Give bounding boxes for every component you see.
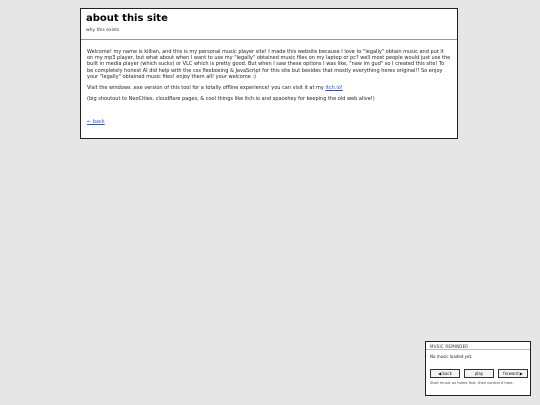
reminder-status: No music loaded yet.: [430, 354, 473, 359]
forward-button[interactable]: forward ▶: [498, 369, 528, 378]
music-reminder-widget: MUSIC REMINDER No music loaded yet. ◀ ba…: [425, 341, 531, 396]
panel-header: about this site why this exists: [81, 9, 457, 40]
itchio-link[interactable]: itch.io!: [325, 85, 342, 91]
page-title: about this site: [86, 13, 168, 24]
reminder-note: Start music on home first, then control …: [430, 381, 514, 385]
back-link[interactable]: ← back: [87, 119, 105, 125]
page-subtitle: why this exists: [86, 28, 120, 33]
intro-paragraph: Welcome! my name is killian, and this is…: [87, 49, 451, 80]
back-button[interactable]: ◀ back: [430, 369, 460, 378]
reminder-header: MUSIC REMINDER: [426, 342, 530, 350]
exe-paragraph: Visit the windows .exe version of this t…: [87, 85, 451, 91]
exe-paragraph-text: Visit the windows .exe version of this t…: [87, 85, 326, 92]
panel-body: Welcome! my name is killian, and this is…: [81, 40, 457, 126]
shoutout-paragraph: (big shoutout to NeoCities, cloudflare p…: [87, 96, 375, 103]
player-controls: ◀ back play forward ▶: [430, 369, 528, 378]
about-panel: about this site why this exists Welcome!…: [80, 8, 458, 139]
play-button[interactable]: play: [464, 369, 494, 378]
